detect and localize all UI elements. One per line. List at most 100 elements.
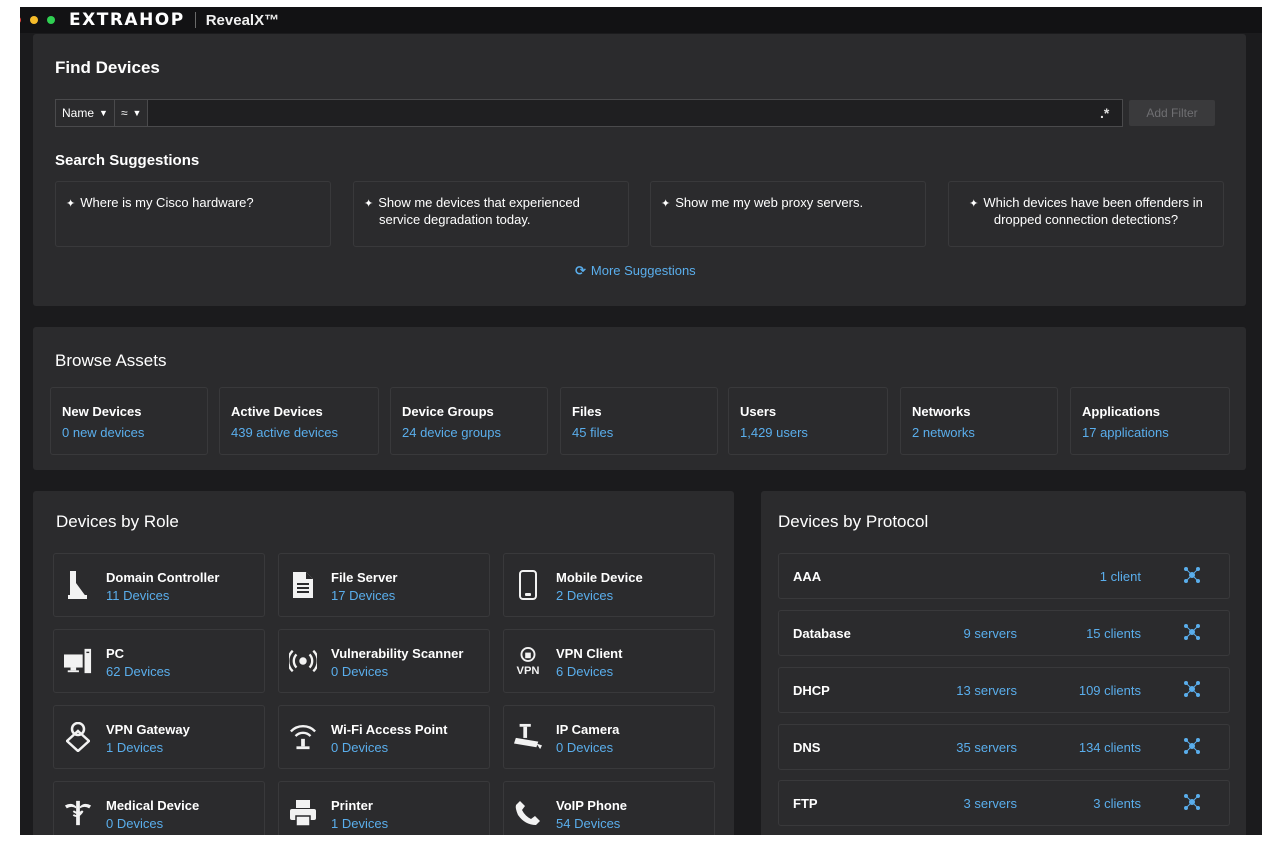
operator-select-value: ≈ <box>120 106 128 120</box>
network-map-icon[interactable] <box>1183 623 1201 641</box>
vpn-client-icon: VPN <box>514 644 542 678</box>
asset-link[interactable]: 45 files <box>572 425 706 440</box>
role-card-vpn-gateway[interactable]: VPN Gateway 1 Devices <box>53 705 265 769</box>
role-card-file-server[interactable]: File Server 17 Devices <box>278 553 490 617</box>
asset-link[interactable]: 1,429 users <box>740 425 876 440</box>
role-count[interactable]: 1 Devices <box>106 740 163 755</box>
role-count[interactable]: 62 Devices <box>106 664 170 679</box>
role-count[interactable]: 6 Devices <box>556 664 613 679</box>
file-server-icon <box>289 568 317 602</box>
filter-bar: Name ▼ ≈ ▼ .* <box>55 99 1123 127</box>
asset-card-users[interactable]: Users 1,429 users <box>728 387 888 455</box>
regex-toggle[interactable]: .* <box>1100 105 1122 121</box>
protocol-name: DNS <box>793 740 821 755</box>
title-bar: EXTRAHOP RevealX™ <box>20 7 1262 33</box>
role-count[interactable]: 0 Devices <box>556 740 613 755</box>
field-select-value: Name <box>62 106 95 120</box>
role-card-pc[interactable]: PC 62 Devices <box>53 629 265 693</box>
product-name: RevealX™ <box>205 11 280 29</box>
role-name: File Server <box>331 570 398 585</box>
sparkle-icon: ✦ <box>969 198 979 210</box>
suggestion-text-line2: service degradation today. <box>379 212 531 227</box>
more-suggestions-label: More Suggestions <box>590 263 696 278</box>
suggestion-card[interactable]: ✦ Show me my web proxy servers. <box>650 181 926 247</box>
asset-title: Active Devices <box>231 404 323 419</box>
brand-logo[interactable]: EXTRAHOP <box>69 10 185 30</box>
field-select[interactable]: Name ▼ <box>56 100 115 126</box>
suggestion-text: Where is my Cisco hardware? <box>80 195 254 210</box>
asset-link[interactable]: 17 applications <box>1082 425 1218 440</box>
role-count[interactable]: 0 Devices <box>331 664 388 679</box>
vulnerability-scanner-icon <box>289 644 317 678</box>
protocol-clients-link[interactable]: 3 clients <box>1093 796 1141 811</box>
role-card-wifi-access-point[interactable]: Wi-Fi Access Point 0 Devices <box>278 705 490 769</box>
asset-card-new-devices[interactable]: New Devices 0 new devices <box>50 387 208 455</box>
pc-icon <box>64 644 92 678</box>
network-map-icon[interactable] <box>1183 793 1201 811</box>
role-card-printer[interactable]: Printer 1 Devices <box>278 781 490 835</box>
sparkle-icon: ✦ <box>66 198 76 210</box>
minimize-window-button[interactable] <box>30 16 38 24</box>
caret-down-icon: ▼ <box>132 108 142 118</box>
more-suggestions-link[interactable]: ⟳ More Suggestions <box>575 263 696 279</box>
suggestion-card[interactable]: ✦ Where is my Cisco hardware? <box>55 181 331 247</box>
suggestion-card[interactable]: ✦ Which devices have been offenders in dr… <box>948 181 1224 247</box>
wifi-access-point-icon <box>289 720 317 754</box>
protocol-row-ftp[interactable]: FTP 3 servers 3 clients <box>778 780 1230 826</box>
role-count[interactable]: 1 Devices <box>331 816 388 831</box>
network-map-icon[interactable] <box>1183 566 1201 584</box>
suggestion-card[interactable]: ✦ Show me devices that experienced servic… <box>353 181 629 247</box>
asset-card-files[interactable]: Files 45 files <box>560 387 718 455</box>
role-count[interactable]: 2 Devices <box>556 588 613 603</box>
asset-card-device-groups[interactable]: Device Groups 24 device groups <box>390 387 548 455</box>
asset-card-applications[interactable]: Applications 17 applications <box>1070 387 1230 455</box>
window-controls <box>20 16 55 24</box>
protocol-clients-link[interactable]: 134 clients <box>1079 740 1141 755</box>
role-card-voip-phone[interactable]: VoIP Phone 54 Devices <box>503 781 715 835</box>
protocol-row-aaa[interactable]: AAA 1 client <box>778 553 1230 599</box>
protocol-clients-link[interactable]: 15 clients <box>1086 626 1141 641</box>
role-count[interactable]: 54 Devices <box>556 816 620 831</box>
asset-link[interactable]: 0 new devices <box>62 425 196 440</box>
asset-title: Device Groups <box>402 404 494 419</box>
asset-link[interactable]: 24 device groups <box>402 425 536 440</box>
maximize-window-button[interactable] <box>47 16 55 24</box>
role-card-medical-device[interactable]: Medical Device 0 Devices <box>53 781 265 835</box>
network-map-icon[interactable] <box>1183 680 1201 698</box>
protocol-row-database[interactable]: Database 9 servers 15 clients <box>778 610 1230 656</box>
role-card-ip-camera[interactable]: IP Camera 0 Devices <box>503 705 715 769</box>
asset-link[interactable]: 2 networks <box>912 425 1046 440</box>
role-count[interactable]: 17 Devices <box>331 588 395 603</box>
role-name: Mobile Device <box>556 570 643 585</box>
protocol-row-dns[interactable]: DNS 35 servers 134 clients <box>778 724 1230 770</box>
asset-card-networks[interactable]: Networks 2 networks <box>900 387 1058 455</box>
role-card-domain-controller[interactable]: Domain Controller 11 Devices <box>53 553 265 617</box>
protocol-clients-link[interactable]: 109 clients <box>1079 683 1141 698</box>
role-card-vulnerability-scanner[interactable]: Vulnerability Scanner 0 Devices <box>278 629 490 693</box>
network-map-icon[interactable] <box>1183 737 1201 755</box>
protocol-servers-link[interactable]: 13 servers <box>956 683 1017 698</box>
role-count[interactable]: 0 Devices <box>331 740 388 755</box>
asset-link[interactable]: 439 active devices <box>231 425 367 440</box>
asset-title: Files <box>572 404 602 419</box>
asset-card-active-devices[interactable]: Active Devices 439 active devices <box>219 387 379 455</box>
role-name: Domain Controller <box>106 570 220 585</box>
role-name: VPN Gateway <box>106 722 190 737</box>
protocol-row-dhcp[interactable]: DHCP 13 servers 109 clients <box>778 667 1230 713</box>
role-card-mobile-device[interactable]: Mobile Device 2 Devices <box>503 553 715 617</box>
role-count[interactable]: 0 Devices <box>106 816 163 831</box>
protocol-clients-link[interactable]: 1 client <box>1100 569 1141 584</box>
role-card-vpn-client[interactable]: VPN VPN Client 6 Devices <box>503 629 715 693</box>
refresh-icon: ⟳ <box>575 263 586 278</box>
protocol-servers-link[interactable]: 35 servers <box>956 740 1017 755</box>
protocol-name: DHCP <box>793 683 830 698</box>
protocol-servers-link[interactable]: 3 servers <box>964 796 1017 811</box>
operator-select[interactable]: ≈ ▼ <box>114 100 149 126</box>
medical-device-icon <box>64 796 92 830</box>
filter-value-input[interactable] <box>148 100 1100 126</box>
find-devices-title: Find Devices <box>55 58 160 77</box>
protocol-servers-link[interactable]: 9 servers <box>964 626 1017 641</box>
role-count[interactable]: 11 Devices <box>106 588 169 603</box>
add-filter-button[interactable]: Add Filter <box>1129 100 1215 126</box>
close-window-button[interactable] <box>20 16 21 24</box>
